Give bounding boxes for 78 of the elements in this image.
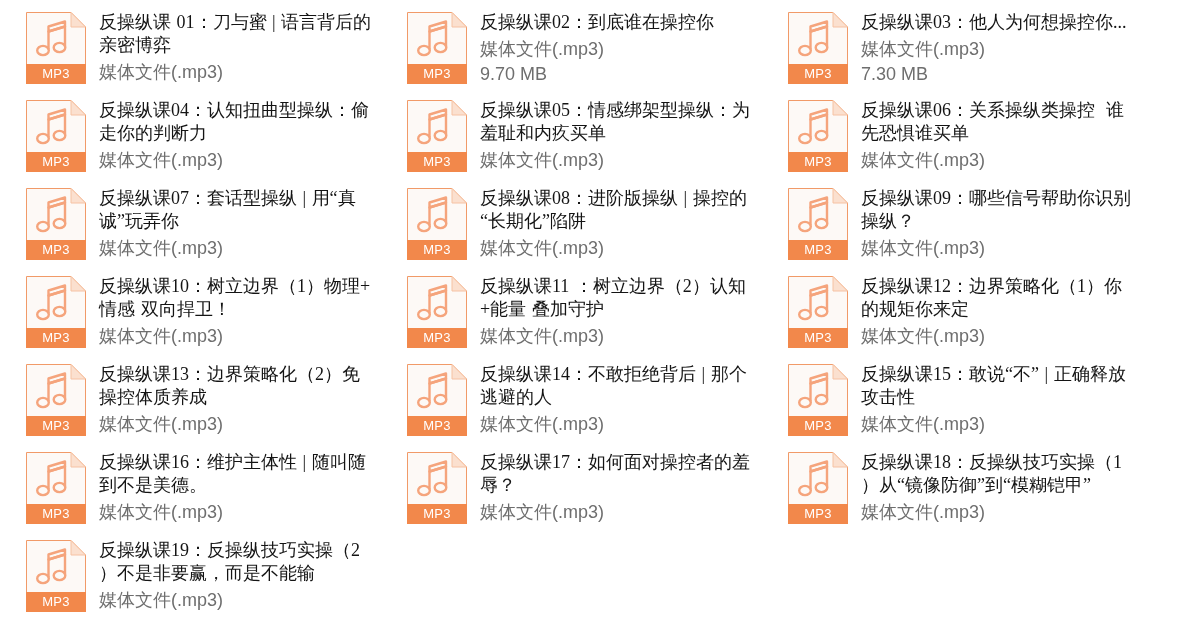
file-type-label: MP3	[407, 504, 467, 524]
file-name[interactable]: 反操纵课02：到底谁在操控你	[480, 11, 754, 34]
music-note-file-icon[interactable]	[407, 188, 467, 240]
music-note-file-icon[interactable]	[407, 100, 467, 152]
file-name[interactable]: 反操纵课09：哪些信号帮助你识别操纵？	[861, 187, 1135, 233]
file-type: 媒体文件(.mp3)	[99, 61, 224, 84]
file-name[interactable]: 反操纵课16：维护主体性 | 随叫随到不是美德。	[99, 451, 373, 497]
music-note-file-icon[interactable]	[788, 452, 848, 504]
music-note-file-icon[interactable]	[26, 12, 86, 64]
file-type-label: MP3	[788, 152, 848, 172]
music-note-file-icon[interactable]	[26, 100, 86, 152]
file-type-label: MP3	[26, 504, 86, 524]
music-note-file-icon[interactable]	[788, 100, 848, 152]
music-note-file-icon[interactable]	[788, 188, 848, 240]
music-note-file-icon[interactable]	[26, 540, 86, 592]
music-note-file-icon[interactable]	[788, 276, 848, 328]
music-note-file-icon[interactable]	[407, 452, 467, 504]
file-type: 媒体文件(.mp3)	[99, 413, 224, 436]
file-type-label: MP3	[788, 504, 848, 524]
file-name[interactable]: 反操纵课18：反操纵技巧实操（1）从“镜像防御”到“模糊铠甲”	[861, 451, 1135, 497]
file-type-label: MP3	[407, 64, 467, 84]
file-name[interactable]: 反操纵课15：敢说“不” | 正确释放攻击性	[861, 363, 1135, 409]
music-note-file-icon[interactable]	[26, 452, 86, 504]
file-type-label: MP3	[407, 240, 467, 260]
music-note-file-icon[interactable]	[407, 12, 467, 64]
file-type-label: MP3	[788, 416, 848, 436]
file-type: 媒体文件(.mp3)	[480, 501, 605, 524]
file-name[interactable]: 反操纵课10：树立边界（1）物理+情感 双向捍卫！	[99, 275, 373, 321]
file-type: 媒体文件(.mp3)	[480, 38, 605, 61]
file-name[interactable]: 反操纵课19：反操纵技巧实操（2）不是非要赢，而是不能输	[99, 539, 373, 585]
file-type: 媒体文件(.mp3)	[861, 501, 986, 524]
file-type: 媒体文件(.mp3)	[861, 413, 986, 436]
music-note-file-icon[interactable]	[788, 12, 848, 64]
file-type-label: MP3	[407, 416, 467, 436]
file-type: 媒体文件(.mp3)	[99, 325, 224, 348]
file-type-label: MP3	[26, 64, 86, 84]
file-type-label: MP3	[407, 152, 467, 172]
music-note-file-icon[interactable]	[407, 364, 467, 416]
music-note-file-icon[interactable]	[407, 276, 467, 328]
file-type: 媒体文件(.mp3)	[480, 149, 605, 172]
file-type-label: MP3	[788, 64, 848, 84]
file-type: 媒体文件(.mp3)	[480, 325, 605, 348]
file-type-label: MP3	[26, 592, 86, 612]
file-type: 媒体文件(.mp3)	[861, 38, 986, 61]
music-note-file-icon[interactable]	[26, 276, 86, 328]
file-name[interactable]: 反操纵课04：认知扭曲型操纵：偷走你的判断力	[99, 99, 373, 145]
file-type-label: MP3	[26, 328, 86, 348]
file-type: 媒体文件(.mp3)	[861, 325, 986, 348]
file-type-label: MP3	[26, 416, 86, 436]
file-type-label: MP3	[788, 240, 848, 260]
file-type: 媒体文件(.mp3)	[861, 149, 986, 172]
file-type-label: MP3	[26, 240, 86, 260]
file-type-label: MP3	[407, 328, 467, 348]
file-type: 媒体文件(.mp3)	[99, 149, 224, 172]
file-type: 媒体文件(.mp3)	[480, 237, 605, 260]
file-size: 9.70 MB	[480, 63, 549, 86]
file-type: 媒体文件(.mp3)	[99, 501, 224, 524]
file-type: 媒体文件(.mp3)	[99, 237, 224, 260]
file-type: 媒体文件(.mp3)	[99, 589, 224, 612]
file-type-label: MP3	[26, 152, 86, 172]
file-name[interactable]: 反操纵课08：进阶版操纵 | 操控的“长期化”陷阱	[480, 187, 754, 233]
music-note-file-icon[interactable]	[26, 364, 86, 416]
file-type-label: MP3	[788, 328, 848, 348]
file-type: 媒体文件(.mp3)	[480, 413, 605, 436]
music-note-file-icon[interactable]	[26, 188, 86, 240]
file-name[interactable]: 反操纵课12：边界策略化（1）你的规矩你来定	[861, 275, 1135, 321]
file-name[interactable]: 反操纵课07：套话型操纵 | 用“真诚”玩弄你	[99, 187, 373, 233]
file-name[interactable]: 反操纵课13：边界策略化（2）免操控体质养成	[99, 363, 373, 409]
file-name[interactable]: 反操纵课05：情感绑架型操纵：为羞耻和内疚买单	[480, 99, 754, 145]
file-name[interactable]: 反操纵课 01：刀与蜜 | 语言背后的亲密博弈	[99, 11, 373, 57]
file-name[interactable]: 反操纵课14：不敢拒绝背后 | 那个逃避的人	[480, 363, 754, 409]
file-name[interactable]: 反操纵课06：关系操纵类操控 谁先恐惧谁买单	[861, 99, 1135, 145]
file-name[interactable]: 反操纵课17：如何面对操控者的羞辱？	[480, 451, 754, 497]
music-note-file-icon[interactable]	[788, 364, 848, 416]
file-size: 7.30 MB	[861, 63, 930, 86]
file-name[interactable]: 反操纵课11 ：树立边界（2）认知+能量 叠加守护	[480, 275, 754, 321]
file-type: 媒体文件(.mp3)	[861, 237, 986, 260]
file-name[interactable]: 反操纵课03：他人为何想操控你...	[861, 11, 1135, 34]
